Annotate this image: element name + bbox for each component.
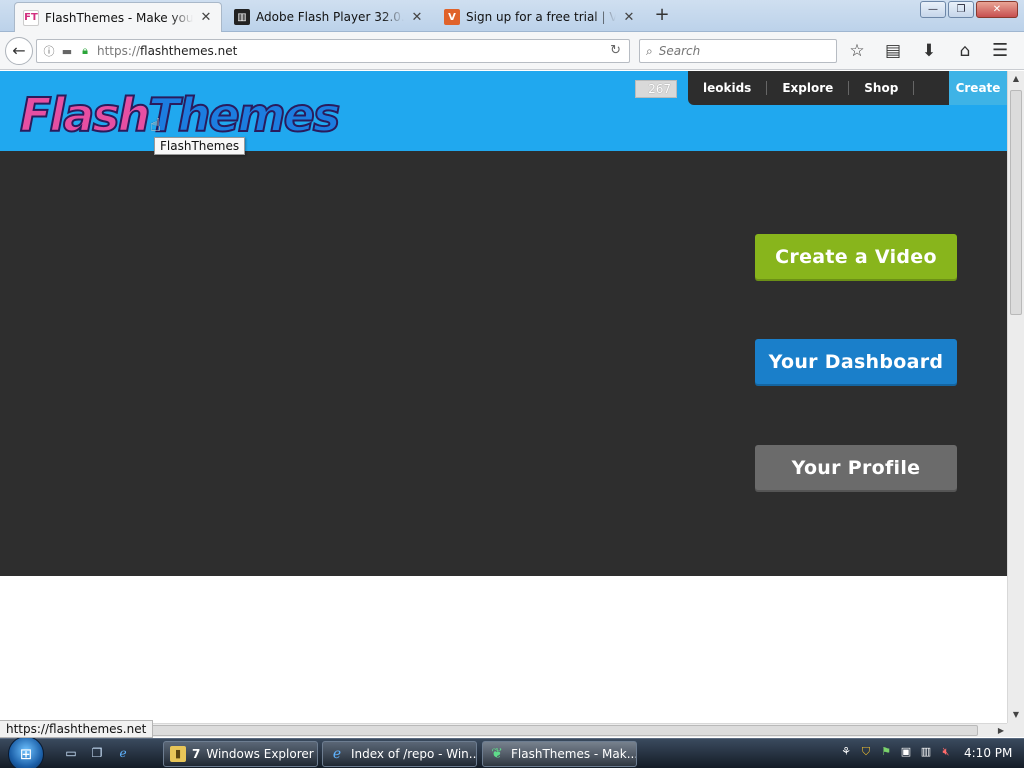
close-tab-icon[interactable]: ✕ <box>199 10 213 25</box>
taskbar-item-flashthemes[interactable]: ❦ FlashThemes - Mak... <box>482 741 637 767</box>
scroll-up-arrow-icon[interactable]: ▲ <box>1008 71 1024 87</box>
folder-icon: ▮ <box>170 746 186 762</box>
nav-explore-link[interactable]: Explore <box>767 81 850 95</box>
tab-title: Sign up for a free trial | Vyon <box>466 10 616 24</box>
toolbar-icons: ☆ ▤ ⬇ ⌂ <box>846 41 976 61</box>
nav-create-link[interactable]: Create <box>949 71 1007 105</box>
address-bar[interactable]: ⓘ ▬ 🔒︎ https://flashthemes.net ↻ <box>36 39 630 63</box>
internet-explorer-icon: ℯ <box>332 746 342 762</box>
window-controls: — ❐ ✕ <box>920 1 1018 18</box>
tab-adobe-flash-player[interactable]: ▥ Adobe Flash Player 32.0.0.37 ✕ <box>226 2 432 32</box>
archive-icon: ▥ <box>234 9 250 25</box>
security-shield-icon[interactable]: ⛉ <box>858 744 874 760</box>
status-link-preview: https://flashthemes.net <box>0 720 154 738</box>
nav-user-link[interactable]: leokids <box>688 81 768 95</box>
info-icon[interactable]: ⓘ <box>43 43 55 59</box>
windows-taskbar: ⊞ ▭ ❐ ℯ ▮ 7 Windows Explorer ▼ ℯ Index o… <box>0 736 1024 768</box>
search-bar[interactable]: ⌕ <box>639 39 837 63</box>
notification-counter[interactable]: 267 <box>635 80 677 98</box>
back-button[interactable]: ← <box>5 37 33 65</box>
internet-explorer-icon[interactable]: ℯ <box>114 744 132 762</box>
close-tab-icon[interactable]: ✕ <box>622 10 636 25</box>
lock-icon[interactable]: 🔒︎ <box>79 44 91 58</box>
browser-icon: ❦ <box>491 746 503 762</box>
reload-icon[interactable]: ↻ <box>610 43 621 58</box>
tab-flashthemes[interactable]: FT FlashThemes - Make your o ✕ <box>14 2 222 32</box>
tab-strip: FT FlashThemes - Make your o ✕ ▥ Adobe F… <box>0 0 1024 32</box>
profile-button[interactable]: Your Profile <box>755 445 957 492</box>
url-text: https://flashthemes.net <box>97 44 238 58</box>
task-count: 7 <box>192 747 201 761</box>
new-tab-button[interactable]: + <box>652 6 672 26</box>
network-tray-icon[interactable]: ⚘ <box>838 744 854 760</box>
taskbar-item-windows-explorer[interactable]: ▮ 7 Windows Explorer ▼ <box>163 741 318 767</box>
logo-tooltip: FlashThemes <box>154 137 246 155</box>
library-icon[interactable]: ▤ <box>882 41 904 61</box>
hero-panel: Create a Video Your Dashboard Your Profi… <box>0 151 1007 576</box>
network-connection-icon[interactable]: ▥ <box>918 744 934 760</box>
top-navigation: leokids Explore Shop <box>688 71 950 105</box>
volume-muted-icon[interactable]: 🔇︎ <box>938 744 954 760</box>
home-icon[interactable]: ⌂ <box>954 41 976 61</box>
menu-hamburger-icon[interactable]: ☰ <box>992 40 1008 61</box>
system-tray: ⚘ ⛉ ⚑ ▣ ▥ 🔇︎ <box>838 744 954 760</box>
vertical-scrollbar[interactable]: ▲ ▼ <box>1007 71 1024 723</box>
restore-button[interactable]: ❐ <box>948 1 974 18</box>
switch-windows-icon[interactable]: ❐ <box>88 744 106 762</box>
hand-cursor-icon: ☝ <box>150 115 161 136</box>
tab-title: Adobe Flash Player 32.0.0.37 <box>256 10 404 24</box>
horizontal-scroll-thumb[interactable] <box>16 725 978 736</box>
web-page: FlashThemes ☝ FlashThemes 267 leokids Ex… <box>0 71 1007 723</box>
search-icon: ⌕ <box>646 43 653 58</box>
navigation-toolbar: ← ⓘ ▬ 🔒︎ https://flashthemes.net ↻ ⌕ ☆ ▤… <box>0 32 1024 70</box>
plugin-icon[interactable]: ▬ <box>61 45 73 58</box>
scrollbar-corner <box>1007 723 1024 737</box>
nav-shop-link[interactable]: Shop <box>849 81 915 95</box>
start-button[interactable]: ⊞ <box>8 736 44 768</box>
task-label: Index of /repo - Win... <box>351 747 477 761</box>
site-header: FlashThemes ☝ FlashThemes 267 leokids Ex… <box>0 71 1007 155</box>
vertical-scroll-thumb[interactable] <box>1010 90 1022 315</box>
vyond-favicon-icon: V <box>444 9 460 25</box>
taskbar-item-internet-explorer[interactable]: ℯ Index of /repo - Win... <box>322 741 477 767</box>
minimize-button[interactable]: — <box>920 1 946 18</box>
display-tray-icon[interactable]: ▣ <box>898 744 914 760</box>
task-label: FlashThemes - Mak... <box>511 747 637 761</box>
scroll-right-arrow-icon[interactable]: ▶ <box>998 724 1004 738</box>
tab-vyond-signup[interactable]: V Sign up for a free trial | Vyon ✕ <box>436 2 644 32</box>
flashthemes-logo[interactable]: FlashThemes <box>19 88 341 142</box>
flashthemes-favicon-icon: FT <box>23 9 39 26</box>
dashboard-button[interactable]: Your Dashboard <box>755 339 957 386</box>
scroll-down-arrow-icon[interactable]: ▼ <box>1008 707 1024 723</box>
close-tab-icon[interactable]: ✕ <box>410 10 424 25</box>
tab-title: FlashThemes - Make your o <box>45 10 193 25</box>
bookmark-star-icon[interactable]: ☆ <box>846 41 868 61</box>
close-window-button[interactable]: ✕ <box>976 1 1018 18</box>
show-desktop-icon[interactable]: ▭ <box>62 744 80 762</box>
task-label: Windows Explorer <box>206 747 314 761</box>
taskbar-clock[interactable]: 4:10 PM <box>964 746 1012 760</box>
download-icon[interactable]: ⬇ <box>918 41 940 61</box>
search-input[interactable] <box>658 44 819 58</box>
quick-launch: ▭ ❐ ℯ <box>62 744 132 762</box>
create-video-button[interactable]: Create a Video <box>755 234 957 281</box>
action-center-icon[interactable]: ⚑ <box>878 744 894 760</box>
